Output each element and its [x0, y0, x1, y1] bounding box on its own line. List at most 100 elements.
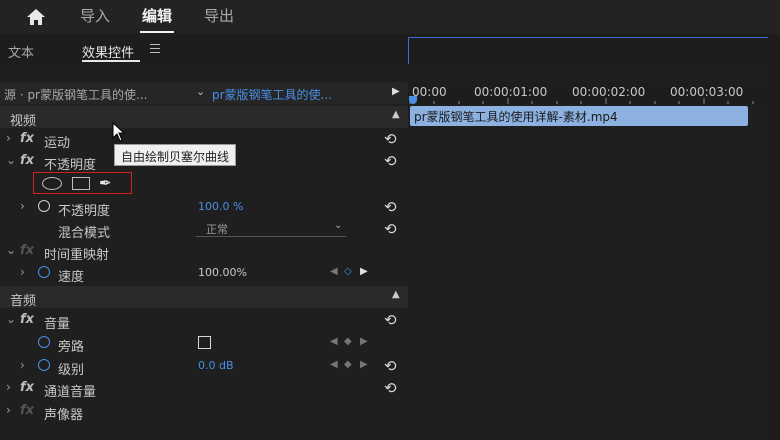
play-triangle-icon[interactable]: ▶ — [392, 86, 400, 97]
param-opacity-label: 不透明度 — [58, 204, 111, 219]
timeline-clip[interactable]: pr蒙版钢笔工具的使用详解-素材.mp4 — [410, 106, 748, 126]
expand-arrow-icon[interactable]: › — [20, 265, 25, 279]
effect-panner-label: 声像器 — [44, 408, 84, 423]
fx-icon: fx — [20, 243, 35, 258]
reset-icon[interactable]: ⟲ — [384, 220, 397, 238]
reset-icon[interactable]: ⟲ — [384, 379, 397, 397]
home-icon[interactable] — [26, 7, 46, 27]
source-clip-label[interactable]: 源 · pr蒙版钢笔工具的使... — [4, 86, 147, 103]
timecode-1: 00:00:01:00 — [474, 85, 548, 99]
collapse-arrow-icon[interactable]: ⌄ — [6, 312, 16, 326]
stopwatch-icon[interactable] — [38, 266, 50, 278]
add-keyframe-icon[interactable]: ◆ — [344, 336, 352, 347]
param-level: › 级别 0.0 dB ◀ ◆ ▶ ⟲ — [0, 355, 408, 378]
timecode-3: 00:00:03:00 — [670, 85, 744, 99]
param-level-label: 级别 — [58, 363, 85, 378]
level-value[interactable]: 0.0 dB — [198, 359, 234, 372]
effect-time-remap-label: 时间重映射 — [44, 248, 110, 263]
expand-arrow-icon[interactable]: › — [6, 131, 11, 145]
top-bar: 导入 编辑 导出 — [0, 0, 780, 34]
param-blend-mode: 混合模式 正常 ⌄ ⟲ — [0, 218, 408, 241]
effect-channel-volume-label: 通道音量 — [44, 385, 97, 400]
collapse-up-icon[interactable]: ▲ — [392, 109, 400, 120]
effect-opacity-label: 不透明度 — [44, 158, 97, 173]
prev-keyframe-icon[interactable]: ◀ — [330, 266, 338, 277]
blend-mode-select[interactable]: 正常 — [196, 221, 346, 237]
chevron-down-icon[interactable]: ⌄ — [334, 220, 342, 231]
tab-edit[interactable]: 编辑 — [142, 5, 172, 26]
section-audio: 音频 ▲ — [0, 286, 408, 309]
hamburger-menu-icon[interactable] — [150, 44, 160, 54]
expand-arrow-icon[interactable]: › — [20, 358, 25, 372]
add-keyframe-icon[interactable]: ◆ — [344, 359, 352, 370]
timecode-2: 00:00:02:00 — [572, 85, 646, 99]
opacity-value[interactable]: 100.0 % — [198, 200, 243, 213]
tab-import[interactable]: 导入 — [80, 5, 110, 26]
chevron-down-icon[interactable]: ⌄ — [196, 85, 205, 98]
mouse-cursor-icon — [112, 122, 126, 142]
blend-mode-value: 正常 — [206, 223, 228, 236]
param-bypass-label: 旁路 — [58, 340, 85, 355]
ruler-ticks — [409, 98, 754, 104]
reset-icon[interactable]: ⟲ — [384, 130, 397, 148]
source-bar: 源 · pr蒙版钢笔工具的使... ⌄ pr蒙版钢笔工具的使... ▶ — [0, 82, 408, 104]
expand-arrow-icon[interactable]: › — [6, 380, 11, 394]
timecode-0: 00:00 — [412, 85, 447, 99]
collapse-arrow-icon[interactable]: ⌄ — [6, 243, 16, 257]
section-video-label: 视频 — [10, 114, 37, 129]
reset-icon[interactable]: ⟲ — [384, 152, 397, 170]
fx-icon: fx — [20, 403, 35, 418]
time-ruler[interactable]: 00:00 00:00:01:00 00:00:02:00 00:00:03:0… — [408, 82, 768, 104]
mask-tools-highlight: ✒ — [33, 172, 132, 194]
ellipse-mask-icon[interactable] — [42, 177, 62, 190]
reset-icon[interactable]: ⟲ — [384, 357, 397, 375]
fx-icon[interactable]: fx — [20, 380, 34, 395]
stopwatch-icon[interactable] — [38, 200, 50, 212]
section-video: 视频 ▲ — [0, 106, 408, 129]
effect-volume-label: 音量 — [44, 317, 71, 332]
fx-icon[interactable]: fx — [20, 131, 34, 146]
expand-arrow-icon[interactable]: › — [6, 403, 11, 417]
param-opacity: › 不透明度 100.0 % ⟲ — [0, 196, 408, 219]
bypass-checkbox[interactable] — [198, 336, 211, 349]
param-bypass: 旁路 ◀ ◆ ▶ — [0, 332, 408, 355]
fx-icon[interactable]: fx — [20, 312, 34, 327]
stopwatch-icon[interactable] — [38, 336, 50, 348]
tab-text[interactable]: 文本 — [8, 42, 34, 61]
playhead[interactable] — [409, 96, 417, 104]
collapse-up-icon[interactable]: ▲ — [392, 289, 400, 300]
expand-arrow-icon[interactable]: › — [20, 199, 25, 213]
next-keyframe-icon[interactable]: ▶ — [360, 359, 368, 370]
speed-value[interactable]: 100.00% — [198, 266, 247, 279]
param-speed: › 速度 100.00% ◀ ◇ ▶ — [0, 262, 408, 285]
section-audio-label: 音频 — [10, 294, 37, 309]
add-keyframe-icon[interactable]: ◇ — [344, 266, 352, 277]
pen-mask-icon[interactable]: ✒ — [99, 174, 112, 192]
collapse-arrow-icon[interactable]: ⌄ — [6, 153, 16, 167]
reset-icon[interactable]: ⟲ — [384, 311, 397, 329]
sequence-clip-label[interactable]: pr蒙版钢笔工具的使... — [212, 86, 332, 103]
timeline-panel: 00:00 00:00:01:00 00:00:02:00 00:00:03:0… — [408, 64, 768, 440]
next-keyframe-icon[interactable]: ▶ — [360, 336, 368, 347]
reset-icon[interactable]: ⟲ — [384, 198, 397, 216]
effect-motion-label: 运动 — [44, 136, 71, 151]
active-tab-indicator — [140, 31, 174, 33]
effect-panner[interactable]: › fx 声像器 — [0, 400, 408, 423]
effect-volume[interactable]: ⌄ fx 音量 ⟲ — [0, 309, 408, 332]
param-speed-label: 速度 — [58, 270, 85, 285]
tab-effect-controls[interactable]: 效果控件 — [82, 42, 134, 61]
rectangle-mask-icon[interactable] — [72, 177, 90, 190]
panel-header: 文本 效果控件 — [0, 34, 780, 64]
prev-keyframe-icon[interactable]: ◀ — [330, 336, 338, 347]
panel-margin — [768, 37, 780, 440]
effect-time-remap[interactable]: ⌄ fx 时间重映射 — [0, 240, 408, 263]
next-keyframe-icon[interactable]: ▶ — [360, 266, 368, 277]
stopwatch-icon[interactable] — [38, 359, 50, 371]
effect-channel-volume[interactable]: › fx 通道音量 ⟲ — [0, 377, 408, 400]
pen-tool-tooltip: 自由绘制贝塞尔曲线 — [114, 144, 237, 166]
fx-icon[interactable]: fx — [20, 153, 34, 168]
effect-controls-panel: 源 · pr蒙版钢笔工具的使... ⌄ pr蒙版钢笔工具的使... ▶ 视频 ▲… — [0, 64, 408, 440]
prev-keyframe-icon[interactable]: ◀ — [330, 359, 338, 370]
tab-export[interactable]: 导出 — [204, 5, 234, 26]
panel-border-top — [408, 37, 768, 38]
